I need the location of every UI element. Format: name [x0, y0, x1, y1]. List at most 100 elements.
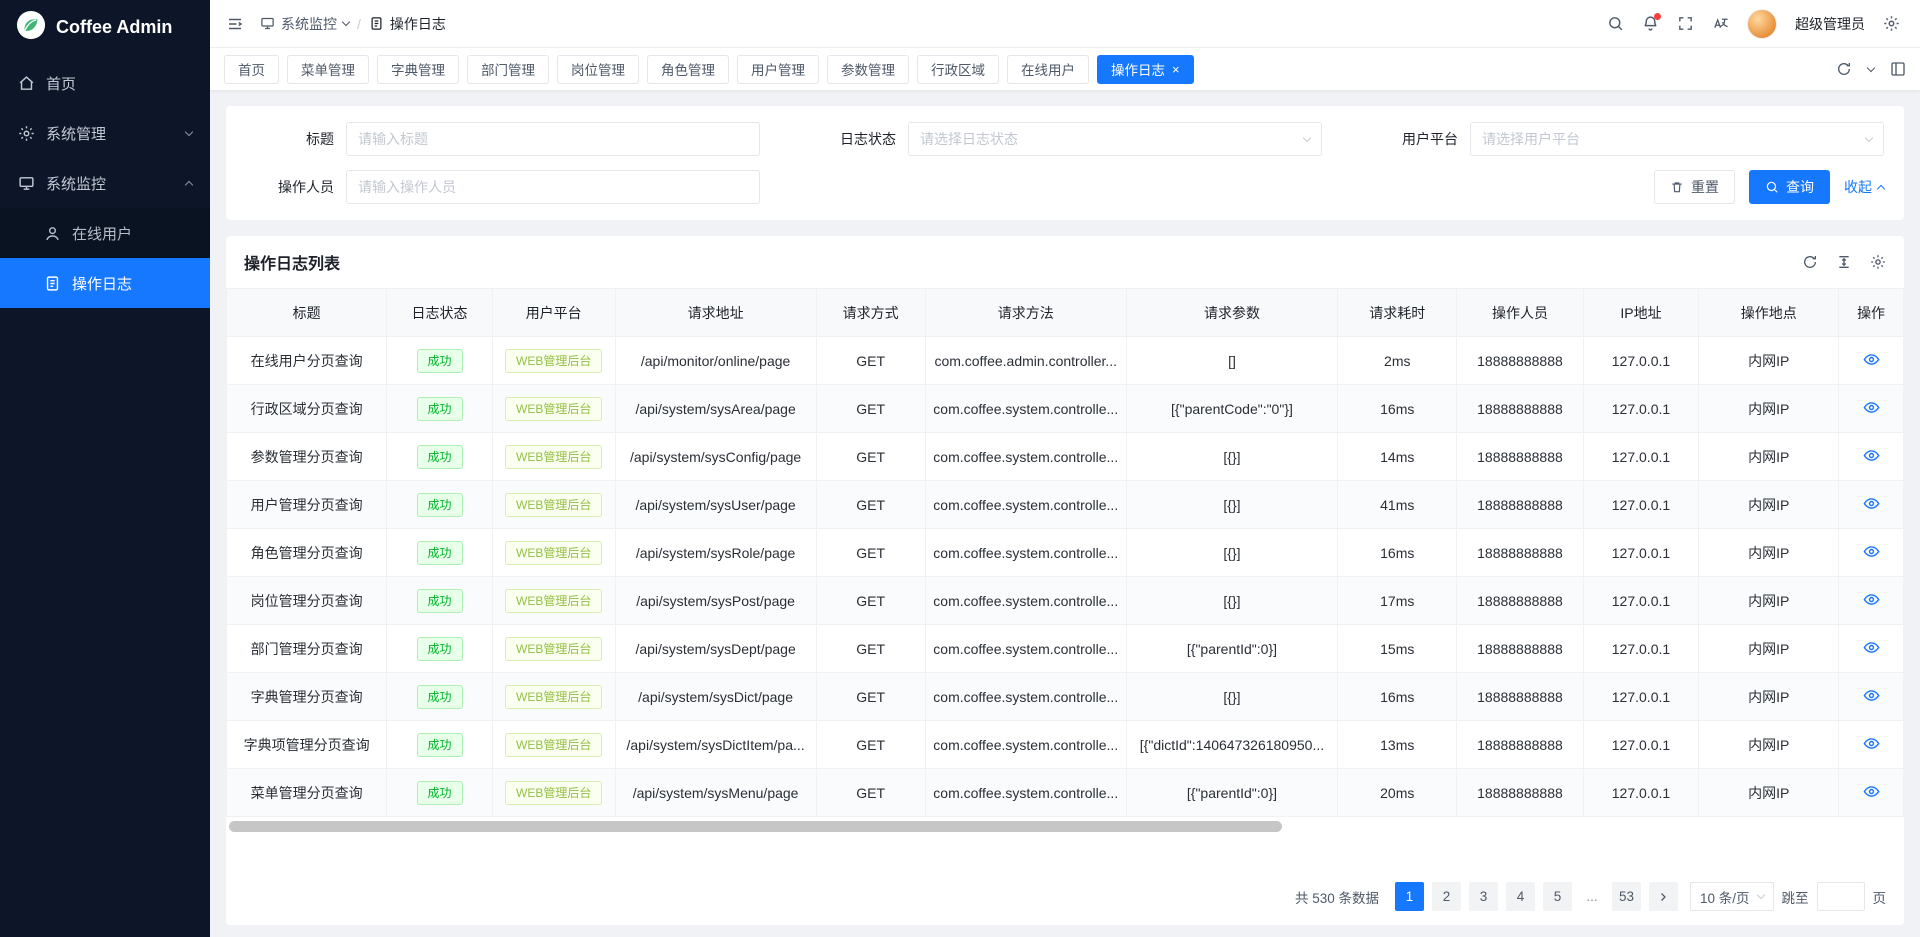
- table-row: 用户管理分页查询成功WEB管理后台/api/system/sysUser/pag…: [227, 481, 1904, 529]
- page-list: 12345...53: [1395, 882, 1678, 911]
- view-detail-eye-icon[interactable]: [1863, 399, 1880, 416]
- cell-duration: 13ms: [1338, 721, 1457, 769]
- cell-location: 内网IP: [1699, 529, 1839, 577]
- tab-4[interactable]: 岗位管理: [557, 55, 639, 84]
- notification-bell-icon[interactable]: [1642, 15, 1659, 32]
- tab-1[interactable]: 菜单管理: [287, 55, 369, 84]
- tab-8[interactable]: 行政区域: [917, 55, 999, 84]
- title-input[interactable]: [346, 122, 760, 156]
- chevron-down-icon: [1756, 891, 1764, 899]
- view-detail-eye-icon[interactable]: [1863, 639, 1880, 656]
- next-page-button[interactable]: [1649, 882, 1678, 911]
- user-platform-select[interactable]: 请选择用户平台: [1470, 122, 1884, 156]
- tab-2[interactable]: 字典管理: [377, 55, 459, 84]
- trash-icon: [1670, 180, 1684, 194]
- layout-expand-icon[interactable]: [1890, 61, 1906, 77]
- settings-gear-icon[interactable]: [1883, 15, 1900, 32]
- view-detail-eye-icon[interactable]: [1863, 783, 1880, 800]
- platform-badge: WEB管理后台: [505, 349, 602, 373]
- view-detail-eye-icon[interactable]: [1863, 447, 1880, 464]
- platform-badge: WEB管理后台: [505, 541, 602, 565]
- log-status-select[interactable]: 请选择日志状态: [908, 122, 1322, 156]
- cell-status: 成功: [387, 529, 493, 577]
- column-header: 标题: [227, 289, 387, 337]
- page-button-53[interactable]: 53: [1612, 882, 1641, 911]
- cell-location: 内网IP: [1699, 337, 1839, 385]
- sidebar-item-system-management[interactable]: 系统管理: [0, 108, 210, 158]
- table-row: 菜单管理分页查询成功WEB管理后台/api/system/sysMenu/pag…: [227, 769, 1904, 817]
- cell-duration: 16ms: [1338, 385, 1457, 433]
- platform-badge: WEB管理后台: [505, 685, 602, 709]
- breadcrumb-parent[interactable]: 系统监控: [260, 14, 349, 34]
- horizontal-scrollbar-thumb[interactable]: [229, 821, 1282, 832]
- cell-handler: com.coffee.system.controlle...: [925, 721, 1126, 769]
- operation-log-table: 标题日志状态用户平台请求地址请求方式请求方法请求参数请求耗时操作人员IP地址操作…: [226, 288, 1904, 817]
- cell-status: 成功: [387, 721, 493, 769]
- refresh-icon[interactable]: [1836, 61, 1852, 77]
- tab-10[interactable]: 操作日志×: [1097, 55, 1194, 84]
- title-label: 标题: [246, 129, 334, 149]
- cell-platform: WEB管理后台: [492, 721, 615, 769]
- page-button-1[interactable]: 1: [1395, 882, 1424, 911]
- page-button-4[interactable]: 4: [1506, 882, 1535, 911]
- cell-url: /api/system/sysPost/page: [615, 577, 816, 625]
- view-detail-eye-icon[interactable]: [1863, 591, 1880, 608]
- monitor-icon: [260, 16, 275, 31]
- view-detail-eye-icon[interactable]: [1863, 351, 1880, 368]
- platform-badge: WEB管理后台: [505, 589, 602, 613]
- cell-method: GET: [816, 385, 925, 433]
- cell-operator: 18888888888: [1457, 481, 1583, 529]
- search-button[interactable]: 查询: [1749, 170, 1830, 204]
- page-button-2[interactable]: 2: [1432, 882, 1461, 911]
- page-button-5[interactable]: 5: [1543, 882, 1572, 911]
- tab-3[interactable]: 部门管理: [467, 55, 549, 84]
- row-density-icon[interactable]: [1836, 254, 1852, 270]
- sidebar-item-operation-log[interactable]: 操作日志: [0, 258, 210, 308]
- cell-ip: 127.0.0.1: [1583, 673, 1699, 721]
- refresh-icon[interactable]: [1802, 254, 1818, 270]
- sidebar-item-home[interactable]: 首页: [0, 58, 210, 108]
- view-detail-eye-icon[interactable]: [1863, 735, 1880, 752]
- view-detail-eye-icon[interactable]: [1863, 543, 1880, 560]
- cell-platform: WEB管理后台: [492, 337, 615, 385]
- sidebar-item-online-users[interactable]: 在线用户: [0, 208, 210, 258]
- column-settings-gear-icon[interactable]: [1870, 254, 1886, 270]
- operator-input[interactable]: [346, 170, 760, 204]
- tab-5[interactable]: 角色管理: [647, 55, 729, 84]
- user-avatar[interactable]: [1747, 9, 1777, 39]
- chevron-down-icon[interactable]: [1867, 63, 1875, 71]
- sidebar-item-system-monitor[interactable]: 系统监控: [0, 158, 210, 208]
- collapse-sidebar-icon[interactable]: [226, 15, 244, 33]
- tab-9[interactable]: 在线用户: [1007, 55, 1089, 84]
- tab-6[interactable]: 用户管理: [737, 55, 819, 84]
- table-row: 字典项管理分页查询成功WEB管理后台/api/system/sysDictIte…: [227, 721, 1904, 769]
- cell-handler: com.coffee.system.controlle...: [925, 769, 1126, 817]
- tab-7[interactable]: 参数管理: [827, 55, 909, 84]
- tab-label: 菜单管理: [301, 59, 355, 79]
- table-header-row: 标题日志状态用户平台请求地址请求方式请求方法请求参数请求耗时操作人员IP地址操作…: [227, 289, 1904, 337]
- cell-duration: 14ms: [1338, 433, 1457, 481]
- user-icon: [44, 225, 61, 242]
- view-detail-eye-icon[interactable]: [1863, 687, 1880, 704]
- page-size-select[interactable]: 10 条/页: [1690, 882, 1774, 911]
- chevron-down-icon: [185, 127, 193, 135]
- collapse-filter-link[interactable]: 收起: [1844, 177, 1884, 197]
- column-header: 请求方法: [925, 289, 1126, 337]
- app-logo[interactable]: Coffee Admin: [0, 0, 210, 54]
- page-button-3[interactable]: 3: [1469, 882, 1498, 911]
- translate-icon[interactable]: [1712, 15, 1729, 32]
- table-row: 岗位管理分页查询成功WEB管理后台/api/system/sysPost/pag…: [227, 577, 1904, 625]
- cell-platform: WEB管理后台: [492, 625, 615, 673]
- cell-handler: com.coffee.system.controlle...: [925, 673, 1126, 721]
- jump-page-input[interactable]: [1817, 882, 1865, 911]
- tab-close-icon[interactable]: ×: [1172, 63, 1180, 76]
- view-detail-eye-icon[interactable]: [1863, 495, 1880, 512]
- reset-button[interactable]: 重置: [1654, 170, 1735, 204]
- fullscreen-icon[interactable]: [1677, 15, 1694, 32]
- column-header: 操作: [1839, 289, 1904, 337]
- tab-0[interactable]: 首页: [224, 55, 279, 84]
- search-icon[interactable]: [1607, 15, 1624, 32]
- table-body: 在线用户分页查询成功WEB管理后台/api/monitor/online/pag…: [227, 337, 1904, 817]
- chevron-up-icon: [1877, 184, 1885, 192]
- tab-label: 参数管理: [841, 59, 895, 79]
